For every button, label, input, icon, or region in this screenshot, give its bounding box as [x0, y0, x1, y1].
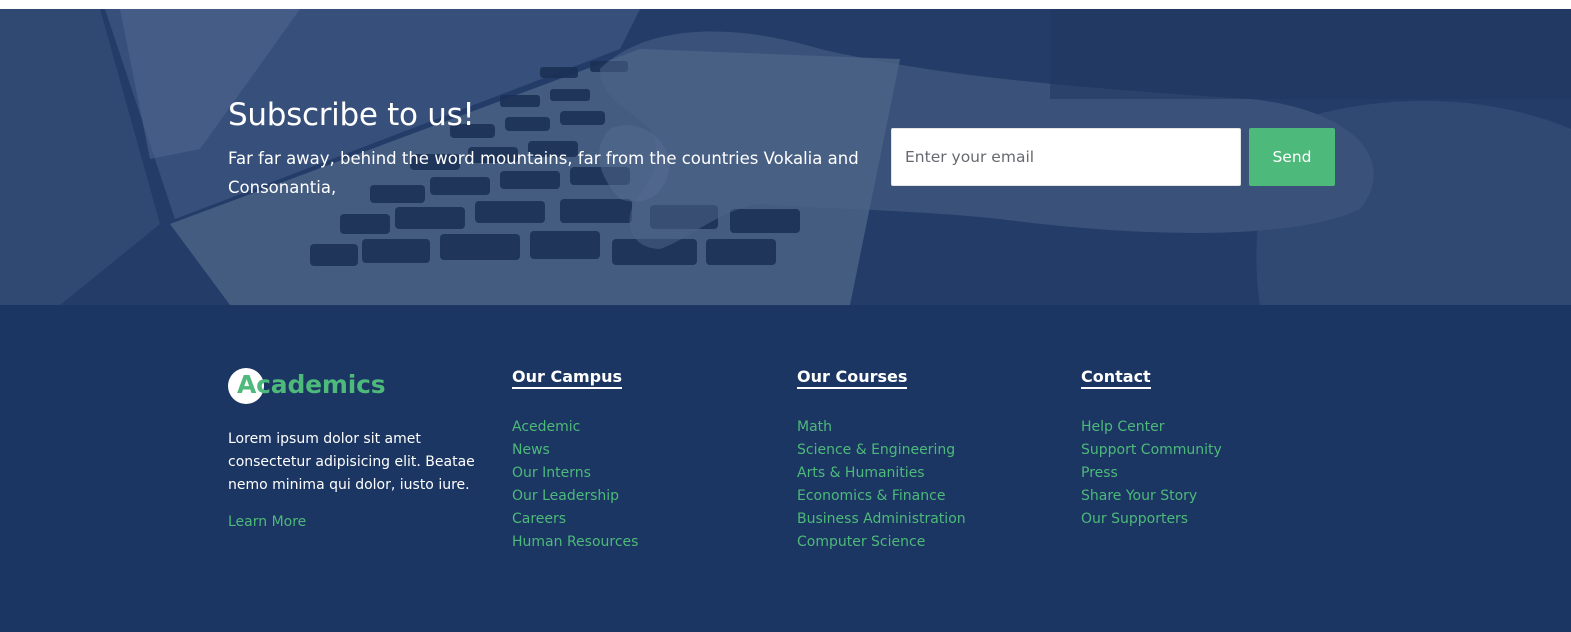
- footer-column-courses: Our Courses Math Science & Engineering A…: [797, 367, 966, 554]
- footer-column-campus: Our Campus Acedemic News Our Interns Our…: [512, 367, 638, 554]
- subscribe-description: Far far away, behind the word mountains,…: [228, 149, 859, 197]
- footer-heading-campus: Our Campus: [512, 367, 623, 389]
- footer-links-campus: Acedemic News Our Interns Our Leadership…: [512, 416, 638, 554]
- learn-more-link[interactable]: Learn More: [228, 514, 306, 530]
- footer-column-contact: Contact Help Center Support Community Pr…: [1081, 367, 1222, 531]
- footer-link-help-center[interactable]: Help Center: [1081, 419, 1165, 435]
- subscribe-section: Subscribe to us! Far far away, behind th…: [0, 9, 1571, 305]
- footer-links-courses: Math Science & Engineering Arts & Humani…: [797, 416, 966, 554]
- footer-about-text: Lorem ipsum dolor sit amet consectetur a…: [228, 431, 475, 493]
- footer-link-our-leadership[interactable]: Our Leadership: [512, 488, 619, 504]
- send-button[interactable]: Send: [1249, 128, 1335, 186]
- footer-link-economics-finance[interactable]: Economics & Finance: [797, 488, 945, 504]
- email-input[interactable]: [891, 128, 1241, 186]
- footer-link-share-your-story[interactable]: Share Your Story: [1081, 488, 1197, 504]
- footer-link-our-supporters[interactable]: Our Supporters: [1081, 511, 1188, 527]
- footer-link-science-engineering[interactable]: Science & Engineering: [797, 442, 955, 458]
- footer-links-contact: Help Center Support Community Press Shar…: [1081, 416, 1222, 531]
- footer-link-support-community[interactable]: Support Community: [1081, 442, 1222, 458]
- site-footer: Academics Lorem ipsum dolor sit amet con…: [0, 305, 1571, 632]
- footer-link-business-administration[interactable]: Business Administration: [797, 511, 966, 527]
- logo-text: Academics: [237, 370, 386, 399]
- footer-link-math[interactable]: Math: [797, 419, 832, 435]
- academics-logo[interactable]: Academics: [228, 368, 488, 406]
- footer-link-careers[interactable]: Careers: [512, 511, 566, 527]
- footer-link-arts-humanities[interactable]: Arts & Humanities: [797, 465, 925, 481]
- footer-link-news[interactable]: News: [512, 442, 550, 458]
- footer-link-acedemic[interactable]: Acedemic: [512, 419, 580, 435]
- footer-heading-contact: Contact: [1081, 367, 1151, 389]
- footer-link-press[interactable]: Press: [1081, 465, 1118, 481]
- footer-link-our-interns[interactable]: Our Interns: [512, 465, 591, 481]
- footer-link-human-resources[interactable]: Human Resources: [512, 534, 638, 550]
- footer-heading-courses: Our Courses: [797, 367, 908, 389]
- subscribe-title: Subscribe to us!: [228, 97, 475, 133]
- footer-link-computer-science[interactable]: Computer Science: [797, 534, 925, 550]
